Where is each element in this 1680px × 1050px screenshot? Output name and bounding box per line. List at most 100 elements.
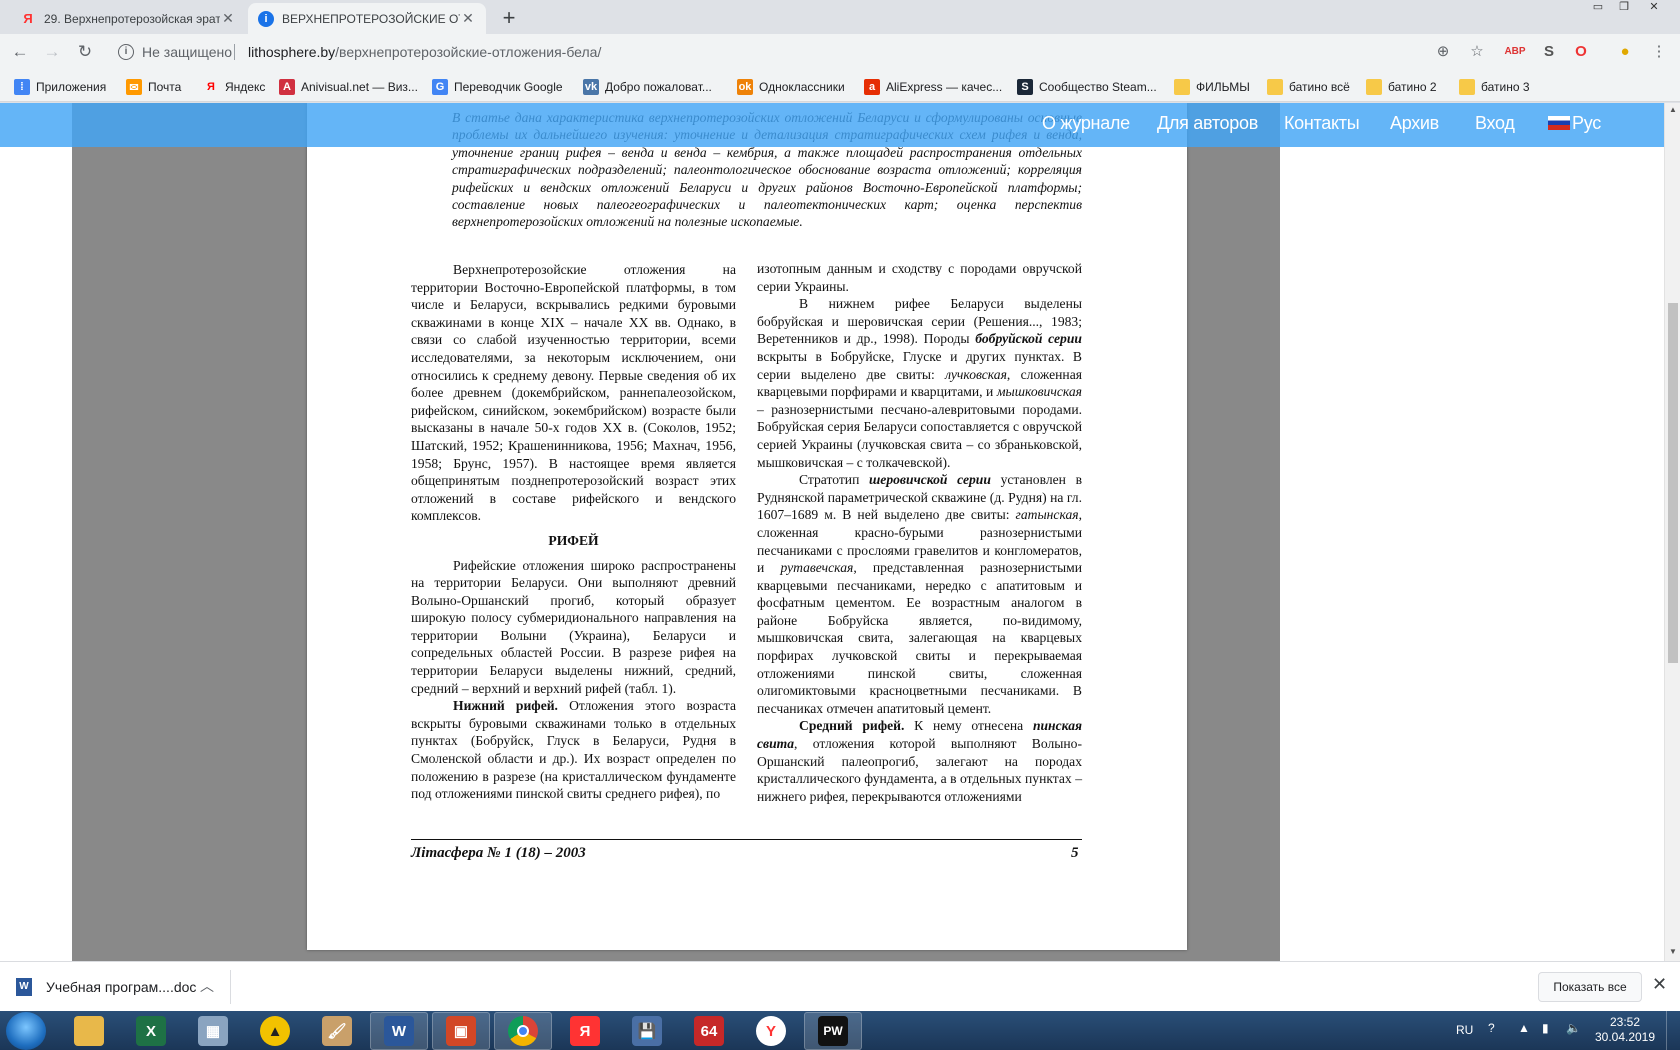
close-icon[interactable]: ✕ bbox=[220, 10, 236, 27]
bookmark-folder-batino-2[interactable]: батино 2 bbox=[1366, 78, 1437, 96]
bookmark-steam[interactable]: S Сообщество Steam... bbox=[1017, 78, 1157, 96]
clock-date: 30.04.2019 bbox=[1594, 1030, 1656, 1044]
paragraph-text: Отложения этого возраста вскрыты буровым… bbox=[411, 698, 736, 802]
scrollbar-thumb[interactable] bbox=[1668, 303, 1678, 663]
bookmark-label: Приложения bbox=[36, 80, 107, 94]
extension-s-icon[interactable]: S bbox=[1538, 41, 1560, 63]
taskbar-aida64[interactable]: 64 bbox=[680, 1012, 738, 1050]
divider bbox=[230, 970, 231, 1004]
back-arrow-icon[interactable]: ← bbox=[8, 40, 32, 64]
pw-app-icon: PW bbox=[818, 1016, 848, 1046]
close-icon[interactable]: ✕ bbox=[460, 10, 476, 27]
bookmark-apps[interactable]: ⁞ Приложения bbox=[14, 78, 106, 96]
page-scrollbar[interactable]: ▲ ▼ bbox=[1664, 103, 1680, 961]
tab-2[interactable]: i ВЕРХНЕПРОТЕРОЗОЙСКИЕ ОТЛ ✕ bbox=[248, 3, 486, 34]
taskbar-chrome[interactable] bbox=[494, 1012, 552, 1050]
restore-icon[interactable]: ❐ bbox=[1612, 0, 1636, 18]
star-icon[interactable]: ☆ bbox=[1466, 41, 1488, 63]
window-close-icon[interactable]: ✕ bbox=[1642, 0, 1666, 18]
term-emphasis: мышковичская bbox=[996, 384, 1082, 400]
system-clock[interactable]: 23:52 30.04.2019 bbox=[1588, 1015, 1662, 1045]
term-emphasis: шеровичской серии bbox=[868, 472, 991, 488]
bookmark-mail[interactable]: ✉ Почта bbox=[126, 78, 181, 96]
bookmark-folder-batino-all[interactable]: батино всё bbox=[1267, 78, 1350, 96]
close-icon[interactable]: ✕ bbox=[1652, 974, 1667, 995]
pdf-viewer[interactable]: В статье дана характеристика верхнепроте… bbox=[72, 103, 1351, 961]
show-desktop-button[interactable] bbox=[1666, 1011, 1680, 1050]
paint-icon: 🖌 bbox=[322, 1016, 352, 1046]
url-path: /верхнепротерозойские-отложения-бела/ bbox=[335, 44, 602, 60]
bookmark-translate[interactable]: G Переводчик Google bbox=[432, 78, 563, 96]
paragraph: Средний рифей. К нему отнесена пинская с… bbox=[757, 717, 1082, 805]
start-button[interactable] bbox=[6, 1012, 46, 1050]
volume-icon[interactable]: 🔈 bbox=[1566, 1021, 1581, 1035]
pdf-page: В статье дана характеристика верхнепроте… bbox=[307, 103, 1187, 950]
scroll-down-arrow-icon[interactable]: ▼ bbox=[1665, 947, 1680, 956]
nav-language[interactable]: Рус bbox=[1548, 113, 1601, 134]
menu-dots-icon[interactable]: ⋮ bbox=[1648, 41, 1670, 63]
forward-arrow-icon[interactable]: → bbox=[40, 40, 64, 64]
taskbar-presentation[interactable]: ▣ bbox=[432, 1012, 490, 1050]
download-item[interactable]: W Учебная програм....doc bbox=[16, 974, 196, 1000]
opera-icon[interactable]: O bbox=[1570, 41, 1592, 63]
url-host: lithosphere.by bbox=[248, 44, 336, 60]
folder-icon bbox=[1174, 79, 1190, 95]
url-text[interactable]: lithosphere.by/верхнепротерозойские-отло… bbox=[248, 44, 601, 60]
yandex-icon: Я bbox=[570, 1016, 600, 1046]
nav-contacts[interactable]: Контакты bbox=[1284, 113, 1360, 134]
profile-avatar-icon[interactable]: ● bbox=[1614, 41, 1636, 63]
taskbar-paint[interactable]: 🖌 bbox=[308, 1012, 366, 1050]
security-label[interactable]: Не защищено bbox=[142, 44, 232, 60]
show-all-downloads-button[interactable]: Показать все bbox=[1538, 972, 1642, 1002]
taskbar-pw-app[interactable]: PW bbox=[804, 1012, 862, 1050]
language-indicator[interactable]: RU bbox=[1456, 1023, 1473, 1037]
nav-login[interactable]: Вход bbox=[1475, 113, 1515, 134]
bookmark-label: Одноклассники bbox=[759, 80, 845, 94]
taskbar-calculator[interactable]: ▦ bbox=[184, 1012, 242, 1050]
info-icon[interactable]: i bbox=[118, 44, 134, 60]
taskbar-word[interactable]: W bbox=[370, 1012, 428, 1050]
chevron-up-icon[interactable]: ︿ bbox=[200, 976, 214, 996]
text-column-left: Верхнепротерозойские отложения на террит… bbox=[411, 261, 736, 803]
zoom-icon[interactable]: ⊕ bbox=[1432, 41, 1454, 63]
bookmark-folder-films[interactable]: ФИЛЬМЫ bbox=[1174, 78, 1250, 96]
nav-archive[interactable]: Архив bbox=[1390, 113, 1439, 134]
reload-icon[interactable]: ↻ bbox=[73, 40, 97, 64]
taskbar-yandex[interactable]: Я bbox=[556, 1012, 614, 1050]
paragraph: Рифейские отложения широко распространен… bbox=[411, 557, 736, 696]
taskbar-yandex-browser[interactable]: Y bbox=[742, 1012, 800, 1050]
chrome-icon bbox=[508, 1016, 538, 1046]
page-number: 5 bbox=[1071, 845, 1079, 861]
page-right-margin bbox=[1280, 103, 1664, 961]
help-icon[interactable]: ? bbox=[1488, 1021, 1495, 1035]
show-hidden-icons-icon[interactable]: ▲ bbox=[1518, 1021, 1530, 1035]
bookmark-label: Сообщество Steam... bbox=[1039, 80, 1157, 94]
bookmark-folder-batino-3[interactable]: батино 3 bbox=[1459, 78, 1530, 96]
text-column-right: изотопным данным и сходству с породами о… bbox=[757, 260, 1082, 805]
adblock-icon[interactable]: ABP bbox=[1504, 41, 1526, 63]
nav-about[interactable]: О журнале bbox=[1042, 113, 1130, 134]
minimize-icon[interactable]: ▭ bbox=[1586, 0, 1610, 18]
taskbar-excel[interactable]: X bbox=[122, 1012, 180, 1050]
address-bar[interactable]: i Не защищено lithosphere.by/верхнепроте… bbox=[110, 38, 1482, 66]
tab-1[interactable]: Я 29. Верхнепротерозойская эрат ✕ bbox=[10, 3, 246, 34]
bookmark-anivisual[interactable]: A Anivisual.net — Виз... bbox=[279, 78, 418, 96]
scroll-up-arrow-icon[interactable]: ▲ bbox=[1665, 105, 1680, 114]
bookmark-yandex[interactable]: Я Яндекс bbox=[203, 78, 265, 96]
nav-authors[interactable]: Для авторов bbox=[1157, 113, 1258, 134]
folder-icon bbox=[1366, 79, 1382, 95]
bookmark-label: батино 3 bbox=[1481, 80, 1530, 94]
calculator-icon: ▦ bbox=[198, 1016, 228, 1046]
subheading: Средний рифей. bbox=[799, 718, 905, 734]
taskbar-explorer[interactable] bbox=[60, 1012, 118, 1050]
bookmark-label: батино 2 bbox=[1388, 80, 1437, 94]
bookmark-ok[interactable]: ok Одноклассники bbox=[737, 78, 845, 96]
taskbar-save-app[interactable]: 💾 bbox=[618, 1012, 676, 1050]
taskbar-app-triangle[interactable]: ▲ bbox=[246, 1012, 304, 1050]
bookmark-aliexpress[interactable]: a AliExpress — качес... bbox=[864, 78, 1002, 96]
new-tab-button[interactable]: + bbox=[496, 6, 522, 32]
bookmark-label: AliExpress — качес... bbox=[886, 80, 1003, 94]
triangle-app-icon: ▲ bbox=[260, 1016, 290, 1046]
bookmark-vk[interactable]: vk Добро пожаловат... bbox=[583, 78, 712, 96]
network-icon[interactable]: ▮ bbox=[1542, 1021, 1549, 1035]
